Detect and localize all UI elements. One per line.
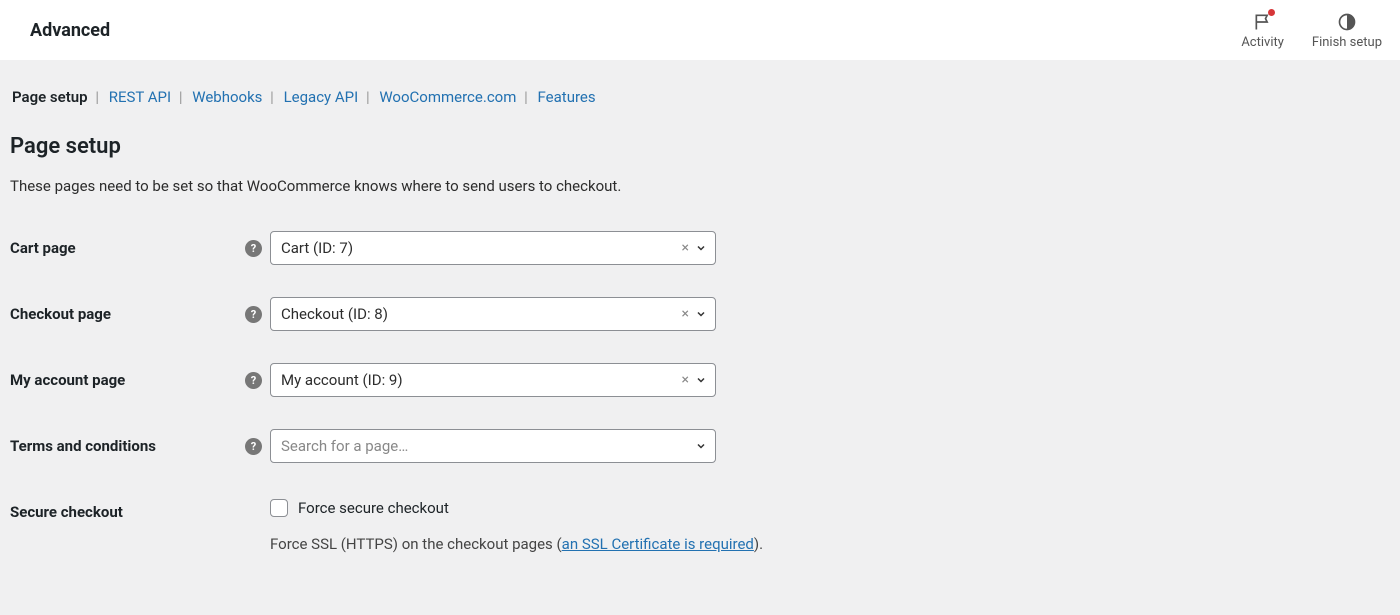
terms-page-select[interactable]: Search for a page… [270, 429, 716, 463]
chevron-down-icon [695, 308, 707, 320]
chevron-down-icon [695, 374, 707, 386]
secure-checkout-label: Secure checkout [10, 503, 123, 521]
notification-dot-icon [1268, 9, 1275, 16]
subnav-features[interactable]: Features [538, 88, 596, 106]
checkout-page-select[interactable]: Checkout (ID: 8) × [270, 297, 716, 331]
section-description: These pages need to be set so that WooCo… [10, 177, 1390, 195]
help-icon[interactable]: ? [245, 306, 262, 323]
sub-navigation: Page setup | REST API | Webhooks | Legac… [0, 74, 1400, 106]
help-icon[interactable]: ? [245, 372, 262, 389]
subnav-webhooks[interactable]: Webhooks [192, 88, 262, 106]
force-secure-checkbox-label: Force secure checkout [298, 499, 449, 517]
secure-checkout-description: Force SSL (HTTPS) on the checkout pages … [270, 535, 763, 553]
clear-icon[interactable]: × [682, 306, 689, 322]
subnav-rest-api[interactable]: REST API [109, 88, 171, 106]
my-account-page-value: My account (ID: 9) [281, 371, 682, 389]
page-title: Advanced [30, 20, 110, 41]
activity-button[interactable]: Activity [1241, 11, 1284, 50]
chevron-down-icon [695, 242, 707, 254]
help-icon[interactable]: ? [245, 438, 262, 455]
finish-setup-label: Finish setup [1312, 35, 1382, 50]
cart-page-label: Cart page [10, 239, 76, 257]
cart-page-value: Cart (ID: 7) [281, 239, 682, 257]
checkout-page-value: Checkout (ID: 8) [281, 305, 682, 323]
my-account-page-select[interactable]: My account (ID: 9) × [270, 363, 716, 397]
finish-setup-button[interactable]: Finish setup [1312, 11, 1382, 50]
ssl-certificate-link[interactable]: an SSL Certificate is required [562, 535, 754, 553]
subnav-woocommerce-com[interactable]: WooCommerce.com [379, 88, 516, 106]
help-icon[interactable]: ? [245, 240, 262, 257]
section-heading: Page setup [10, 134, 1390, 159]
clear-icon[interactable]: × [682, 372, 689, 388]
subnav-legacy-api[interactable]: Legacy API [284, 88, 359, 106]
checkout-page-label: Checkout page [10, 305, 111, 323]
activity-label: Activity [1241, 35, 1284, 50]
terms-page-placeholder: Search for a page… [281, 437, 695, 455]
cart-page-select[interactable]: Cart (ID: 7) × [270, 231, 716, 265]
terms-page-label: Terms and conditions [10, 437, 156, 455]
my-account-page-label: My account page [10, 371, 125, 389]
clear-icon[interactable]: × [682, 240, 689, 256]
force-secure-checkbox[interactable] [270, 499, 288, 517]
chevron-down-icon [695, 440, 707, 452]
subnav-page-setup[interactable]: Page setup [12, 88, 88, 106]
half-circle-icon [1337, 12, 1357, 32]
